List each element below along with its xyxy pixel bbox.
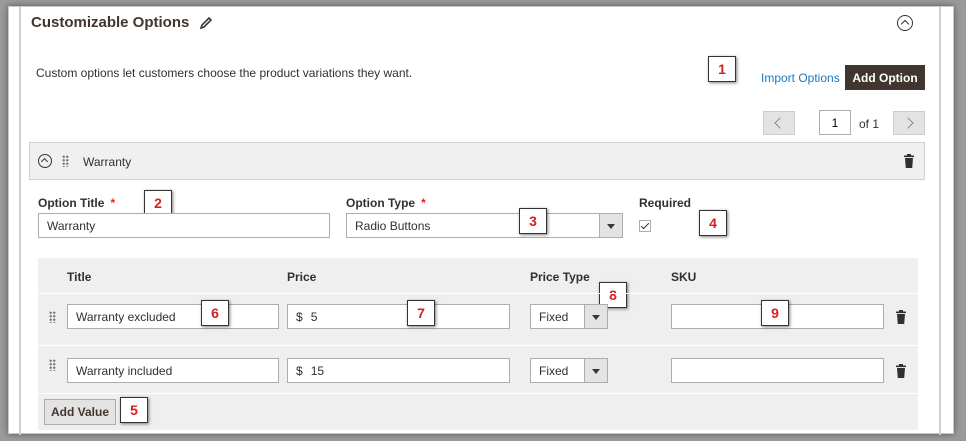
app-frame: Customizable Options Custom options let … <box>8 6 954 435</box>
chevron-right-icon <box>902 117 914 129</box>
pager-of-label: of 1 <box>859 117 880 131</box>
callout-9: 9 <box>761 300 789 326</box>
option-title-label: Option Title * <box>38 196 116 210</box>
col-header-price: Price <box>287 270 317 284</box>
required-star: * <box>110 196 116 210</box>
option-name: Warranty <box>83 155 132 169</box>
col-header-title: Title <box>67 270 92 284</box>
callout-4: 4 <box>699 210 727 236</box>
customizable-options-panel: Customizable Options Custom options let … <box>19 7 941 435</box>
dropdown-arrow-icon[interactable] <box>599 214 622 237</box>
drag-handle-icon[interactable] <box>62 155 69 167</box>
currency-symbol: $ <box>296 363 303 378</box>
price-type-select[interactable]: Fixed <box>530 304 608 329</box>
collapse-option-icon[interactable] <box>38 154 52 168</box>
value-sku-input[interactable] <box>671 358 884 383</box>
callout-6: 6 <box>201 300 229 326</box>
col-header-price-type: Price Type <box>530 270 590 284</box>
price-type-select[interactable]: Fixed <box>530 358 608 383</box>
option-type-label: Option Type * <box>346 196 426 210</box>
trash-icon[interactable] <box>903 154 915 168</box>
callout-3: 3 <box>519 208 547 234</box>
required-checkbox[interactable] <box>639 220 651 232</box>
drag-handle-icon[interactable] <box>49 311 56 323</box>
section-title: Customizable Options <box>31 14 190 31</box>
option-type-select[interactable]: Radio Buttons <box>346 213 623 238</box>
price-type-value: Fixed <box>539 309 569 324</box>
callout-7: 7 <box>407 300 435 326</box>
currency-symbol: $ <box>296 309 303 324</box>
section-header: Customizable Options <box>31 14 213 31</box>
option-values-grid: Title Price Price Type SKU 8 Warranty ex… <box>38 258 918 430</box>
trash-icon[interactable] <box>895 364 907 378</box>
import-options-link[interactable]: Import Options <box>761 71 840 85</box>
pager-page-input[interactable] <box>819 110 851 135</box>
price-value: 15 <box>310 363 325 378</box>
dropdown-arrow-icon[interactable] <box>584 305 607 328</box>
required-star: * <box>421 196 426 210</box>
value-title-input[interactable]: Warranty included <box>67 358 279 383</box>
value-price-input[interactable]: $ 15 <box>287 358 510 383</box>
callout-5: 5 <box>120 397 148 423</box>
value-title-input[interactable]: Warranty excluded <box>67 304 279 329</box>
add-option-button[interactable]: Add Option <box>845 65 925 90</box>
col-header-sku: SKU <box>671 270 697 284</box>
option-header[interactable]: Warranty <box>29 142 925 180</box>
price-value: 5 <box>310 309 318 324</box>
pager-prev-button[interactable] <box>763 111 795 135</box>
callout-1: 1 <box>708 56 736 82</box>
required-label: Required <box>639 196 692 210</box>
value-price-input[interactable]: $ 5 <box>287 304 510 329</box>
pager-next-button[interactable] <box>893 111 925 135</box>
drag-handle-icon[interactable] <box>49 359 56 371</box>
trash-icon[interactable] <box>895 310 907 324</box>
dropdown-arrow-icon[interactable] <box>584 359 607 382</box>
collapse-section-icon[interactable] <box>897 15 913 31</box>
price-type-value: Fixed <box>539 363 569 378</box>
add-value-button[interactable]: Add Value <box>44 399 116 425</box>
pencil-icon[interactable] <box>199 16 213 30</box>
option-type-value: Radio Buttons <box>355 218 431 233</box>
section-description: Custom options let customers choose the … <box>36 66 413 80</box>
chevron-left-icon <box>774 117 786 129</box>
checkmark-icon <box>640 220 650 230</box>
option-title-input[interactable]: Warranty <box>38 213 330 238</box>
